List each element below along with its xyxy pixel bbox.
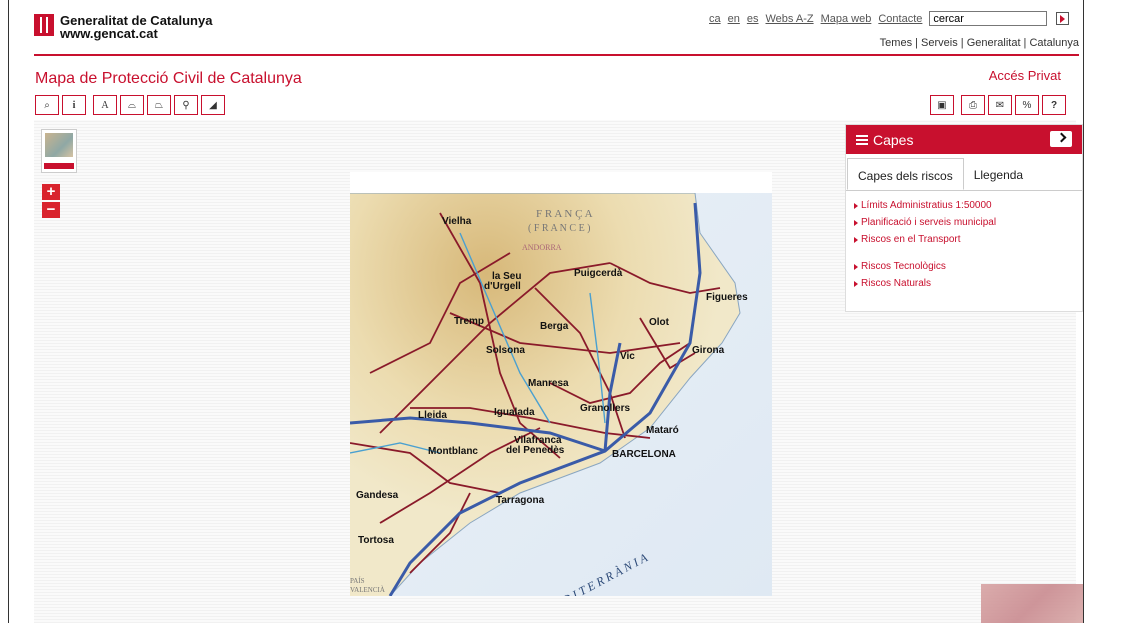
- svg-text:Mataró: Mataró: [646, 425, 679, 436]
- svg-text:Vielha: Vielha: [442, 216, 472, 227]
- svg-text:ANDORRA: ANDORRA: [522, 243, 562, 252]
- layers-panel-title: Capes: [873, 131, 914, 148]
- layers-panel: Capes Capes dels riscos Llegenda Límits …: [845, 124, 1083, 312]
- search-tool-button[interactable]: ⌕: [35, 95, 59, 115]
- svg-text:Girona: Girona: [692, 345, 725, 356]
- measure-area-button[interactable]: ⏢: [147, 95, 171, 115]
- svg-text:Figueres: Figueres: [706, 292, 748, 303]
- map-toolbar-left: ⌕ i A ⌓ ⏢ ⚲ ◢: [35, 95, 225, 115]
- layers-panel-header: Capes: [846, 125, 1082, 154]
- lang-en-link[interactable]: en: [728, 13, 740, 25]
- svg-text:VALENCIÀ: VALENCIÀ: [350, 586, 385, 594]
- layer-technological-risks[interactable]: Riscos Tecnològics: [854, 258, 1074, 275]
- header-divider: [34, 54, 1079, 56]
- search-input[interactable]: [929, 11, 1048, 26]
- svg-text:d'Urgell: d'Urgell: [484, 281, 521, 292]
- layer-natural-risks[interactable]: Riscos Naturals: [854, 275, 1074, 292]
- gencat-logo[interactable]: Generalitat de Catalunya www.gencat.cat: [34, 14, 212, 40]
- save-tool-button[interactable]: ▣: [930, 95, 954, 115]
- svg-text:Granollers: Granollers: [580, 403, 630, 414]
- layer-list: Límits Administratius 1:50000 Planificac…: [846, 191, 1082, 298]
- text-tool-button[interactable]: A: [93, 95, 117, 115]
- zoom-out-button[interactable]: −: [42, 202, 60, 218]
- svg-text:( F R A N C E ): ( F R A N C E ): [528, 223, 591, 234]
- basemap-selected-bar: [44, 163, 74, 169]
- private-access-link[interactable]: Accés Privat: [989, 68, 1061, 83]
- zoom-in-button[interactable]: +: [42, 184, 60, 200]
- collapse-panel-button[interactable]: [1050, 131, 1072, 147]
- layer-admin-limits[interactable]: Límits Administratius 1:50000: [854, 197, 1074, 214]
- top-links: ca en es Webs A-Z Mapa web Contacte: [709, 11, 1070, 26]
- link-tool-button[interactable]: %: [1015, 95, 1039, 115]
- org-url: www.gencat.cat: [60, 26, 158, 41]
- webs-az-link[interactable]: Webs A-Z: [766, 13, 814, 25]
- info-tool-button[interactable]: i: [62, 95, 86, 115]
- map-toolbar-right: ▣ ⎙ ✉ % ?: [930, 95, 1066, 115]
- svg-text:PAÍS: PAÍS: [350, 577, 365, 585]
- svg-text:Gandesa: Gandesa: [356, 490, 399, 501]
- map-viewport[interactable]: + − Vielha la Seu d'Urgell Puigcerdà Fig…: [34, 120, 1083, 623]
- svg-text:Manresa: Manresa: [528, 378, 569, 389]
- catalonia-map[interactable]: Vielha la Seu d'Urgell Puigcerdà Figuere…: [350, 172, 772, 596]
- svg-text:Puigcerdà: Puigcerdà: [574, 268, 623, 279]
- sub-navigation[interactable]: Temes | Serveis | Generalitat | Cataluny…: [880, 37, 1079, 49]
- basemap-switcher[interactable]: [41, 129, 77, 173]
- print-tool-button[interactable]: ⎙: [961, 95, 985, 115]
- svg-text:Lleida: Lleida: [418, 410, 447, 421]
- svg-text:del Penedès: del Penedès: [506, 445, 565, 456]
- eraser-tool-button[interactable]: ◢: [201, 95, 225, 115]
- svg-text:Tremp: Tremp: [454, 316, 484, 327]
- overview-minimap[interactable]: [981, 584, 1083, 623]
- marker-tool-button[interactable]: ⚲: [174, 95, 198, 115]
- search-submit-button[interactable]: [1056, 12, 1070, 25]
- basemap-thumbnail: [45, 133, 73, 157]
- svg-text:Berga: Berga: [540, 321, 569, 332]
- lang-es-link[interactable]: es: [747, 13, 759, 25]
- svg-text:Montblanc: Montblanc: [428, 446, 478, 457]
- layer-transport-risks[interactable]: Riscos en el Transport: [854, 231, 1074, 248]
- page-frame: Generalitat de Catalunya www.gencat.cat …: [8, 0, 1084, 623]
- lang-ca-link[interactable]: ca: [709, 13, 721, 25]
- email-tool-button[interactable]: ✉: [988, 95, 1012, 115]
- senyera-logo-icon: [34, 14, 54, 36]
- help-tool-button[interactable]: ?: [1042, 95, 1066, 115]
- svg-text:BARCELONA: BARCELONA: [612, 449, 676, 460]
- map-image: Vielha la Seu d'Urgell Puigcerdà Figuere…: [350, 193, 772, 596]
- svg-text:Tarragona: Tarragona: [496, 495, 545, 506]
- svg-text:Tortosa: Tortosa: [358, 535, 394, 546]
- svg-text:Solsona: Solsona: [486, 345, 525, 356]
- svg-text:Igualada: Igualada: [494, 407, 535, 418]
- page-title: Mapa de Protecció Civil de Catalunya: [35, 70, 302, 87]
- svg-text:Olot: Olot: [649, 317, 670, 328]
- contact-link[interactable]: Contacte: [878, 13, 922, 25]
- svg-text:Vic: Vic: [620, 351, 635, 362]
- layers-icon: [856, 134, 868, 145]
- tab-legend[interactable]: Llegenda: [964, 158, 1033, 190]
- layer-municipal-planning[interactable]: Planificació i serveis municipal: [854, 214, 1074, 231]
- sitemap-link[interactable]: Mapa web: [821, 13, 872, 25]
- layers-tabs: Capes dels riscos Llegenda: [846, 158, 1082, 191]
- tab-risk-layers[interactable]: Capes dels riscos: [847, 158, 964, 190]
- svg-text:F R A N Ç A: F R A N Ç A: [536, 208, 593, 220]
- measure-distance-button[interactable]: ⌓: [120, 95, 144, 115]
